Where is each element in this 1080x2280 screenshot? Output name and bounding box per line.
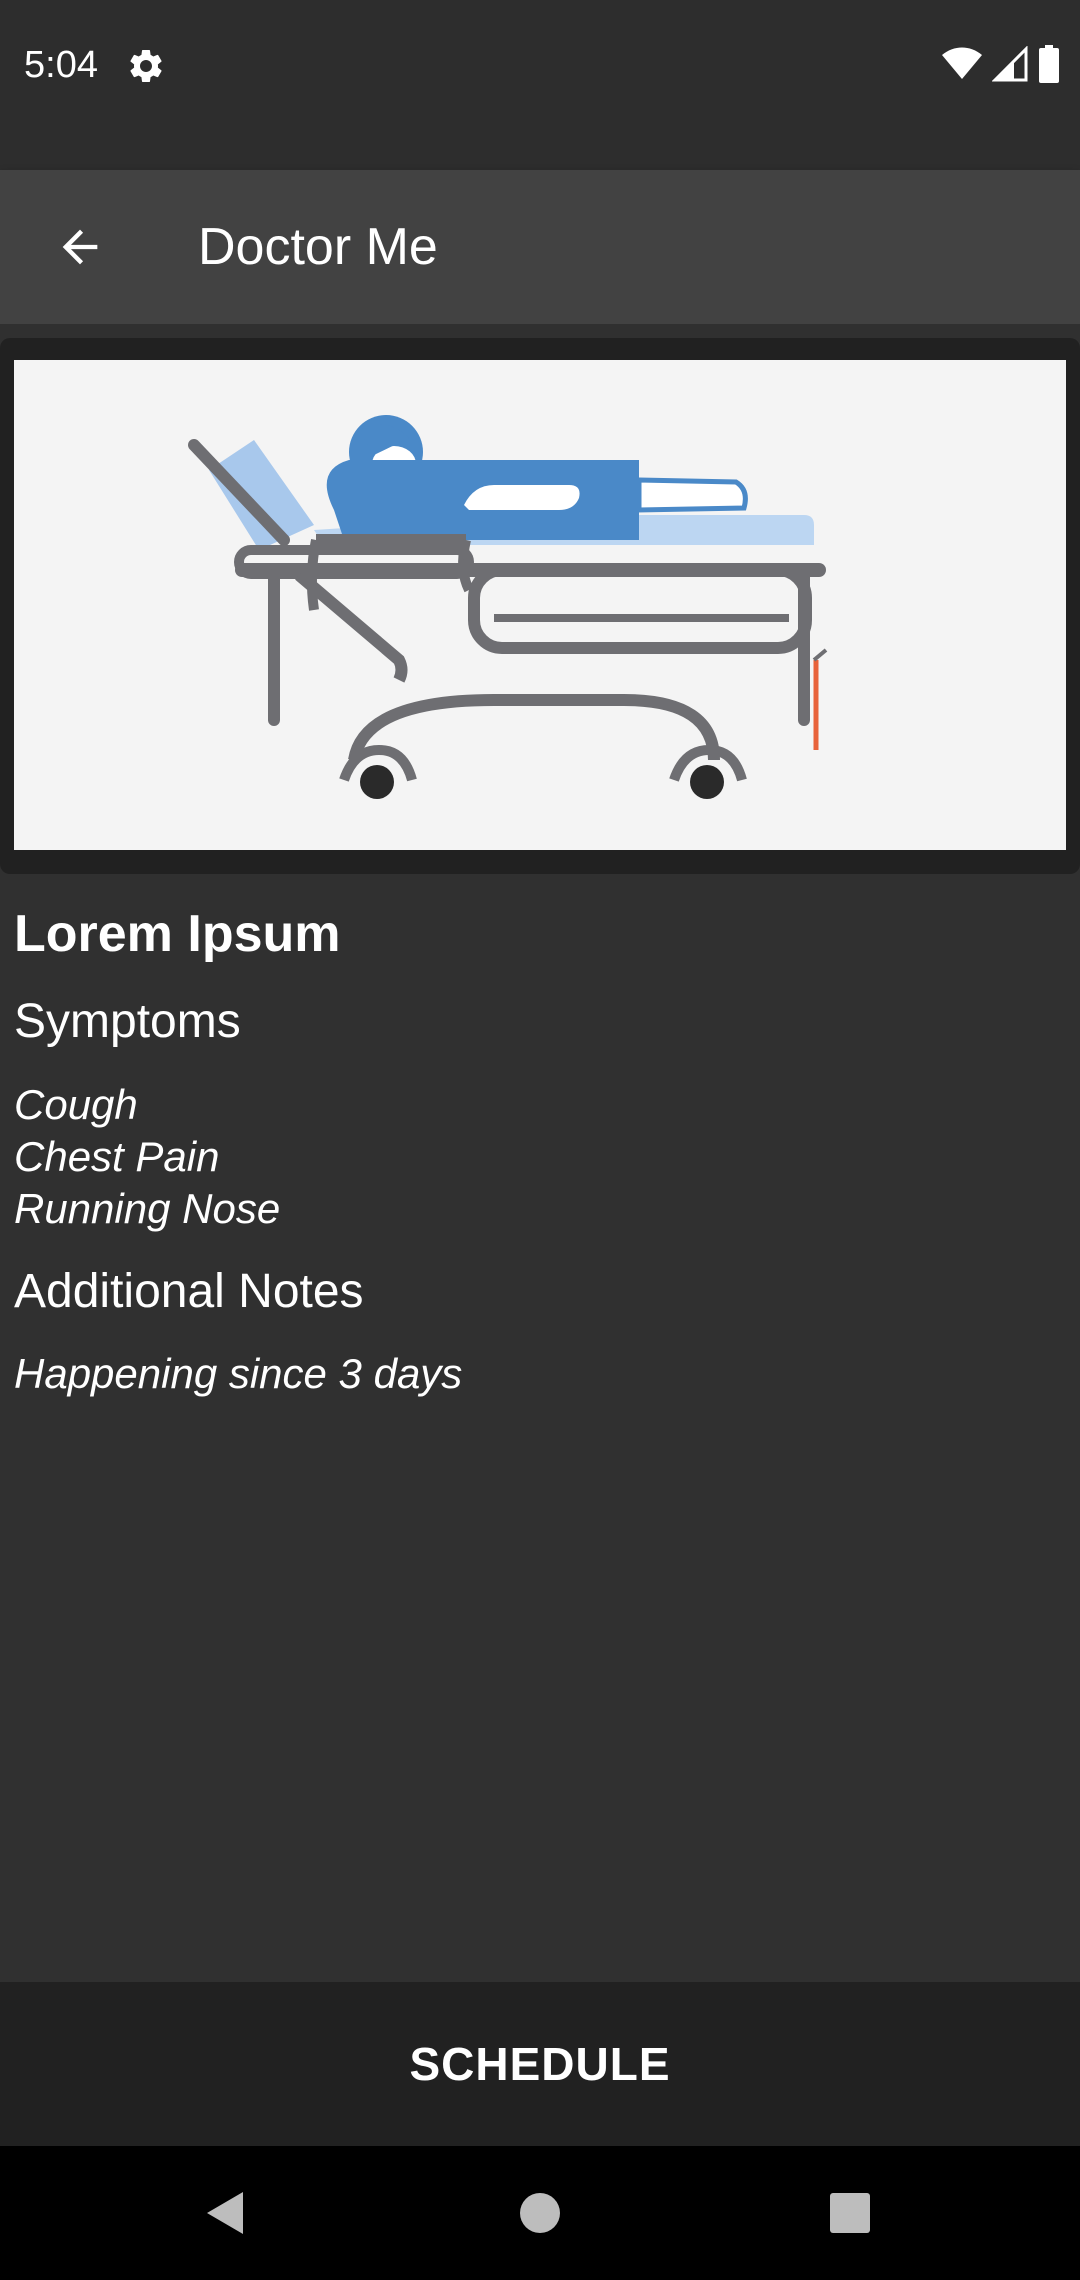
app-bar: Doctor Me — [0, 170, 1080, 324]
arrow-back-icon — [62, 229, 98, 265]
nav-recents-button[interactable] — [815, 2178, 885, 2248]
symptom-list: Cough Chest Pain Running Nose — [14, 1079, 280, 1235]
nav-back-button[interactable] — [190, 2178, 260, 2248]
list-item: Cough — [14, 1081, 138, 1128]
patient-illustration — [14, 360, 1066, 850]
recents-square-icon — [830, 2193, 870, 2233]
back-triangle-icon — [207, 2192, 243, 2234]
list-item: Chest Pain — [14, 1133, 220, 1180]
schedule-button[interactable]: SCHEDULE — [0, 1982, 1080, 2146]
status-bar: 5:04 — [0, 0, 1080, 170]
detail-content: Lorem Ipsum Symptoms Cough Chest Pain Ru… — [0, 324, 1080, 1982]
status-icons — [942, 44, 1060, 88]
notes-heading: Additional Notes — [14, 1265, 364, 1318]
signal-icon — [991, 44, 1028, 87]
nav-home-button[interactable] — [505, 2178, 575, 2248]
gear-icon — [126, 46, 166, 86]
back-button[interactable] — [40, 207, 120, 287]
notes-text: Happening since 3 days — [14, 1350, 463, 1397]
symptoms-heading: Symptoms — [14, 995, 241, 1048]
patient-name: Lorem Ipsum — [14, 905, 341, 963]
list-item: Running Nose — [14, 1185, 281, 1232]
page-title: Doctor Me — [198, 218, 438, 276]
status-time: 5:04 — [24, 44, 98, 86]
home-circle-icon — [520, 2193, 560, 2233]
battery-icon — [1038, 44, 1060, 88]
image-card — [0, 338, 1080, 874]
wifi-icon — [942, 47, 982, 86]
system-nav-bar — [0, 2146, 1080, 2280]
